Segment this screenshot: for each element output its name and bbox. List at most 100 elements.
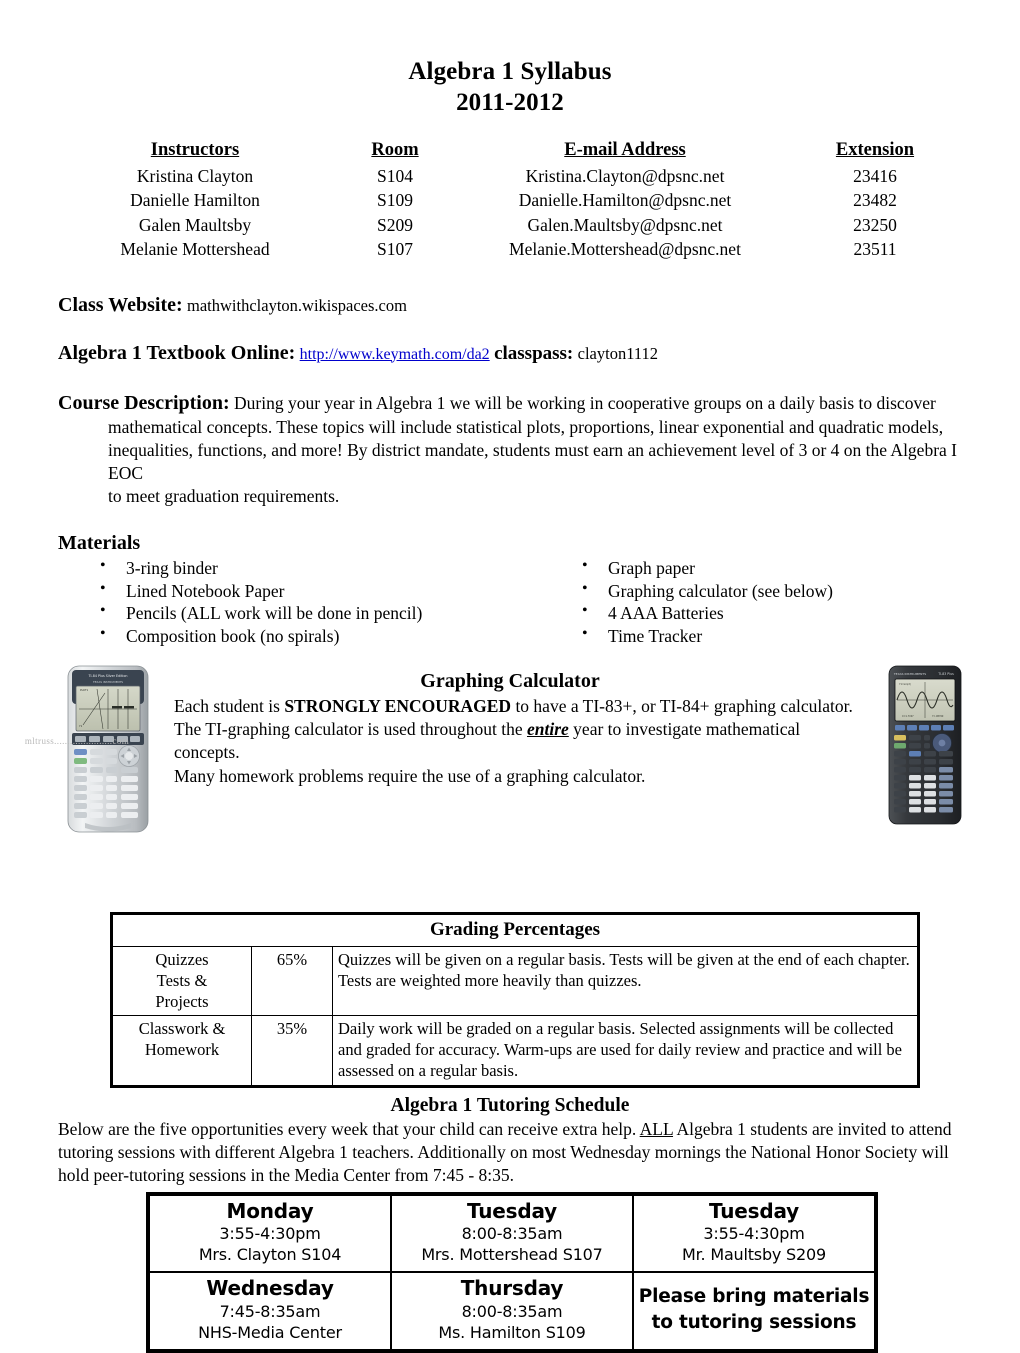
- calc-line-2-emphasis: entire: [526, 718, 569, 739]
- instructor-room: S109: [377, 190, 413, 211]
- tutoring-schedule-heading: Algebra 1 Tutoring Schedule: [390, 1095, 630, 1117]
- table-row: Melanie Mottershead S107 Melanie.Motters…: [60, 237, 960, 261]
- syllabus-page: Algebra 1 Syllabus 2011-2012 Instructors…: [0, 0, 1020, 1353]
- graphing-calculator-body: Each student is STRONGLY ENCOURAGED to h…: [166, 695, 854, 789]
- textbook-online-line: Algebra 1 Textbook Online: http://www.ke…: [0, 340, 1020, 367]
- table-row: Classwork & Homework 35% Daily work will…: [111, 1015, 919, 1088]
- course-description-label: Course Description:: [58, 392, 230, 415]
- header-extension: Extension: [835, 140, 915, 160]
- list-item: Graphing calculator (see below): [572, 579, 972, 603]
- tutoring-note-line-2: to tutoring sessions: [651, 1312, 857, 1334]
- materials-left-column: 3-ring binder Lined Notebook Paper Penci…: [90, 556, 572, 648]
- calc-line-2: The TI-graphing calculator is used throu…: [174, 718, 854, 765]
- tutoring-time: 8:00-8:35am: [461, 1302, 563, 1321]
- tutoring-day: Tuesday: [467, 1198, 557, 1223]
- title-line-1: Algebra 1 Syllabus: [408, 58, 612, 85]
- calc-line-2-part-a: The TI-graphing calculator is used throu…: [174, 718, 527, 739]
- instructor-extension: 23482: [853, 190, 897, 211]
- textbook-link[interactable]: http://www.keymath.com/da2: [300, 346, 490, 363]
- calc-line-1-emphasis: STRONGLY ENCOURAGED: [284, 695, 512, 716]
- instructor-email: Danielle.Hamilton@dpsnc.net: [518, 190, 732, 211]
- tutoring-cell-tuesday-pm: Tuesday 3:55-4:30pm Mr. Maultsby S209: [633, 1194, 875, 1273]
- instructor-name: Melanie Mottershead: [120, 239, 270, 260]
- tutoring-intro-part-a: Below are the five opportunities every w…: [58, 1119, 640, 1140]
- list-item: Composition book (no spirals): [90, 624, 572, 648]
- course-description-line-1: During your year in Algebra 1 we will be…: [234, 393, 936, 414]
- table-row: Danielle Hamilton S109 Danielle.Hamilton…: [60, 188, 960, 212]
- grading-category-line: Tests &: [156, 970, 208, 990]
- title-line-2: 2011-2012: [456, 88, 564, 116]
- tutoring-note-line-1: Please bring materials: [638, 1286, 870, 1308]
- table-header-row: Instructors Room E-mail Address Extensio…: [60, 140, 960, 164]
- tutoring-cell-wednesday: Wednesday 7:45-8:35am NHS-Media Center: [149, 1272, 391, 1351]
- grading-category-line: Homework: [144, 1040, 220, 1060]
- tutoring-day: Tuesday: [709, 1198, 799, 1223]
- instructor-email: Galen.Maultsby@dpsnc.net: [527, 214, 723, 235]
- list-item: Pencils (ALL work will be done in pencil…: [90, 601, 572, 625]
- calc-line-3: Many homework problems require the use o…: [174, 765, 646, 786]
- materials-heading: Materials: [58, 532, 141, 555]
- tutoring-teacher-room: Mrs. Mottershead S107: [421, 1245, 603, 1265]
- instructor-email: Kristina.Clayton@dpsnc.net: [525, 166, 725, 186]
- class-website-line: Class Website: mathwithclayton.wikispace…: [0, 292, 1020, 318]
- tutoring-time: 3:55-4:30pm: [703, 1224, 805, 1244]
- page-title: Algebra 1 Syllabus 2011-2012: [0, 0, 1020, 118]
- class-website-value: mathwithclayton.wikispaces.com: [187, 295, 407, 315]
- grading-percentages-table: Grading Percentages Quizzes Tests & Proj…: [110, 911, 920, 1089]
- materials-right-column: Graph paper Graphing calculator (see bel…: [572, 556, 972, 648]
- graphing-calculator-block: TI-84 Plus Silver Edition TEXAS INSTRUME…: [0, 665, 1020, 850]
- header-instructors: Instructors: [150, 140, 240, 160]
- grading-title-row: Grading Percentages: [111, 912, 919, 947]
- tutoring-table-wrapper: Monday 3:55-4:30pm Mrs. Clayton S104 Tue…: [0, 1191, 1020, 1353]
- tutoring-schedule-table: Monday 3:55-4:30pm Mrs. Clayton S104 Tue…: [146, 1191, 878, 1353]
- calc-line-1: Each student is STRONGLY ENCOURAGED to h…: [174, 695, 854, 718]
- instructor-extension: 23250: [853, 214, 897, 235]
- grading-category: Classwork & Homework: [111, 1015, 252, 1088]
- list-item: 4 AAA Batteries: [572, 601, 972, 625]
- classpass-value: clayton1112: [577, 343, 658, 363]
- tutoring-time: 8:00-8:35am: [461, 1224, 563, 1244]
- instructor-name: Galen Maultsby: [138, 214, 252, 235]
- materials-columns: 3-ring binder Lined Notebook Paper Penci…: [0, 556, 1020, 648]
- table-row: Kristina Clayton S104 Kristina.Clayton@d…: [60, 164, 960, 188]
- tutoring-cell-note: Please bring materials to tutoring sessi…: [633, 1272, 875, 1351]
- grading-category-line: Quizzes: [155, 949, 209, 969]
- list-item: Time Tracker: [572, 624, 972, 648]
- textbook-online-label: Algebra 1 Textbook Online:: [58, 341, 296, 364]
- graphing-calculator-heading: Graphing Calculator: [420, 669, 600, 692]
- instructor-room: S107: [377, 239, 413, 260]
- tutoring-time: 7:45-8:35am: [219, 1302, 321, 1321]
- header-room: Room: [371, 140, 419, 160]
- list-item: Graph paper: [572, 556, 972, 580]
- instructor-extension: 23416: [853, 166, 897, 186]
- instructor-name: Kristina Clayton: [136, 166, 254, 186]
- instructor-email: Melanie.Mottershead@dpsnc.net: [509, 239, 741, 260]
- instructor-name: Danielle Hamilton: [130, 190, 260, 211]
- header-email: E-mail Address: [564, 140, 686, 160]
- grading-table-title: Grading Percentages: [111, 912, 919, 947]
- calc-line-1-part-a: Each student is: [174, 695, 285, 716]
- calc-line-1-part-b: to have a TI-83+, or TI-84+ graphing cal…: [511, 695, 853, 716]
- class-website-label: Class Website:: [58, 293, 183, 316]
- tutoring-cell-thursday: Thursday 8:00-8:35am Ms. Hamilton S109: [391, 1272, 633, 1351]
- grading-percent: 35%: [251, 1015, 333, 1088]
- tutoring-day: Wednesday: [206, 1276, 334, 1301]
- grading-table-wrapper: Grading Percentages Quizzes Tests & Proj…: [0, 911, 1020, 1089]
- table-row: Quizzes Tests & Projects 65% Quizzes wil…: [111, 945, 919, 1017]
- tutoring-teacher-room: Mrs. Clayton S104: [198, 1245, 342, 1265]
- course-description-block: Course Description: During your year in …: [0, 390, 1020, 507]
- grading-category-line: Projects: [155, 991, 209, 1011]
- grading-description: Quizzes will be given on a regular basis…: [332, 945, 919, 1017]
- grading-category-line: Classwork &: [138, 1019, 226, 1039]
- tutoring-teacher-room: Mr. Maultsby S209: [682, 1245, 826, 1265]
- table-row: Galen Maultsby S209 Galen.Maultsby@dpsnc…: [60, 213, 960, 237]
- tutoring-day: Monday: [226, 1198, 314, 1223]
- course-description-line-2: mathematical concepts. These topics will…: [108, 417, 944, 438]
- list-item: Lined Notebook Paper: [90, 579, 572, 603]
- tutoring-teacher-room: NHS-Media Center: [198, 1323, 342, 1343]
- course-description-line-4: to meet graduation requirements.: [108, 485, 340, 506]
- instructor-extension: 23511: [853, 239, 897, 260]
- graphing-calculator-text: Graphing Calculator Each student is STRO…: [0, 670, 1020, 789]
- tutoring-intro-emphasis: ALL: [639, 1119, 674, 1140]
- tutoring-intro-text: Below are the five opportunities every w…: [0, 1118, 1020, 1186]
